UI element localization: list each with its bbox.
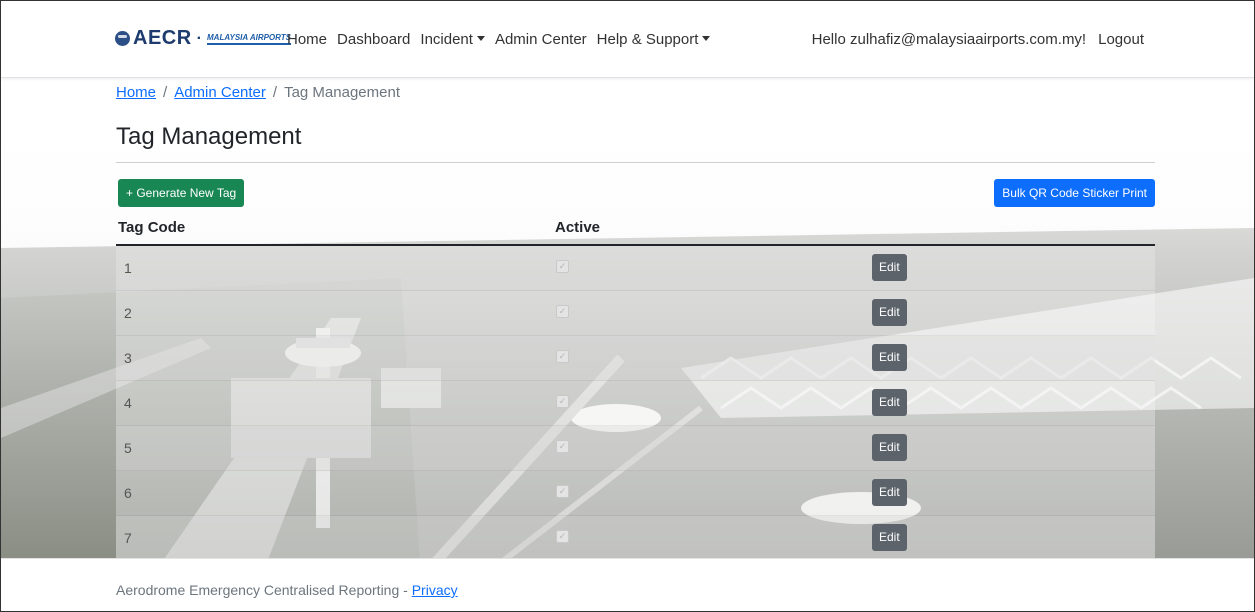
active-checkbox: ✓ (556, 260, 569, 273)
edit-button[interactable]: Edit (872, 254, 907, 281)
table-row: 6 ✓ Edit (116, 471, 1155, 516)
active-checkbox: ✓ (556, 350, 569, 363)
nav-help-support-dropdown[interactable]: Help & Support (597, 31, 711, 48)
edit-button[interactable]: Edit (872, 299, 907, 326)
generate-new-tag-button[interactable]: + Generate New Tag (118, 179, 245, 207)
page-title: Tag Management (116, 123, 302, 150)
breadcrumb-home[interactable]: Home (116, 84, 156, 101)
caret-down-icon (702, 36, 711, 42)
tag-code-cell: 3 (124, 350, 132, 366)
footer-app-name: Aerodrome Emergency Centralised Reportin… (116, 582, 412, 598)
app-window: AECR · MALAYSIA AIRPORTS Home Dashboard … (0, 0, 1255, 612)
table-row: 2 ✓ Edit (116, 291, 1155, 336)
edit-button[interactable]: Edit (872, 344, 907, 371)
title-divider (116, 162, 1155, 163)
header-tag-code: Tag Code (118, 219, 186, 236)
nav-incident-label: Incident (420, 31, 473, 48)
table-row: 1 ✓ Edit (116, 246, 1155, 291)
table-body: 1 ✓ Edit 2 ✓ Edit 3 ✓ Edit 4 ✓ Edit 5 ✓ Edit 6 ✓ Edit 7 ✓ Ed… (116, 246, 1155, 561)
breadcrumb-current: Tag Management (284, 84, 400, 101)
tag-code-cell: 7 (124, 530, 132, 546)
malaysia-airports-logo: MALAYSIA AIRPORTS (207, 33, 292, 45)
breadcrumb-separator: / (163, 84, 168, 101)
active-checkbox: ✓ (556, 485, 569, 498)
globe-icon (115, 31, 130, 46)
tag-code-cell: 4 (124, 395, 132, 411)
tag-table: Tag Code Active 1 ✓ Edit 2 ✓ Edit 3 ✓ Edit 4 ✓ Edit… (116, 210, 1155, 561)
privacy-link[interactable]: Privacy (412, 582, 458, 598)
brand-separator: · (196, 29, 202, 47)
logout-link[interactable]: Logout (1098, 31, 1144, 48)
edit-button[interactable]: Edit (872, 434, 907, 461)
nav-incident-dropdown[interactable]: Incident (420, 31, 485, 48)
tag-code-cell: 1 (124, 260, 132, 276)
user-greeting[interactable]: Hello zulhafiz@malaysiaairports.com.my! (812, 31, 1086, 48)
table-header: Tag Code Active (116, 210, 1155, 246)
footer: Aerodrome Emergency Centralised Reportin… (1, 558, 1254, 611)
breadcrumb-separator: / (272, 84, 278, 101)
edit-button[interactable]: Edit (872, 524, 907, 551)
footer-text: Aerodrome Emergency Centralised Reportin… (116, 582, 458, 598)
caret-down-icon (476, 36, 485, 42)
brand-logo[interactable]: AECR · MALAYSIA AIRPORTS (115, 27, 292, 50)
active-checkbox: ✓ (556, 305, 569, 318)
table-row: 3 ✓ Edit (116, 336, 1155, 381)
edit-button[interactable]: Edit (872, 479, 907, 506)
edit-button[interactable]: Edit (872, 389, 907, 416)
table-row: 4 ✓ Edit (116, 381, 1155, 426)
active-checkbox: ✓ (556, 530, 569, 543)
tag-code-cell: 2 (124, 305, 132, 321)
tag-code-cell: 5 (124, 440, 132, 456)
nav-home[interactable]: Home (287, 31, 327, 48)
active-checkbox: ✓ (556, 440, 569, 453)
brand-name: AECR (133, 27, 192, 49)
bulk-qr-print-button[interactable]: Bulk QR Code Sticker Print (994, 179, 1155, 207)
table-row: 5 ✓ Edit (116, 426, 1155, 471)
header-active: Active (555, 219, 601, 236)
top-navbar: AECR · MALAYSIA AIRPORTS Home Dashboard … (1, 1, 1254, 78)
nav-help-support-label: Help & Support (596, 31, 699, 48)
main-nav: Home Dashboard Incident Admin Center Hel… (287, 31, 720, 48)
breadcrumb-admin-center[interactable]: Admin Center (174, 84, 266, 101)
user-menu: Hello zulhafiz@malaysiaairports.com.my! … (812, 31, 1144, 48)
table-row: 7 ✓ Edit (116, 516, 1155, 561)
breadcrumb: Home / Admin Center / Tag Management (116, 84, 400, 101)
nav-admin-center[interactable]: Admin Center (495, 31, 587, 48)
tag-code-cell: 6 (124, 485, 132, 501)
active-checkbox: ✓ (556, 395, 569, 408)
nav-dashboard[interactable]: Dashboard (337, 31, 410, 48)
